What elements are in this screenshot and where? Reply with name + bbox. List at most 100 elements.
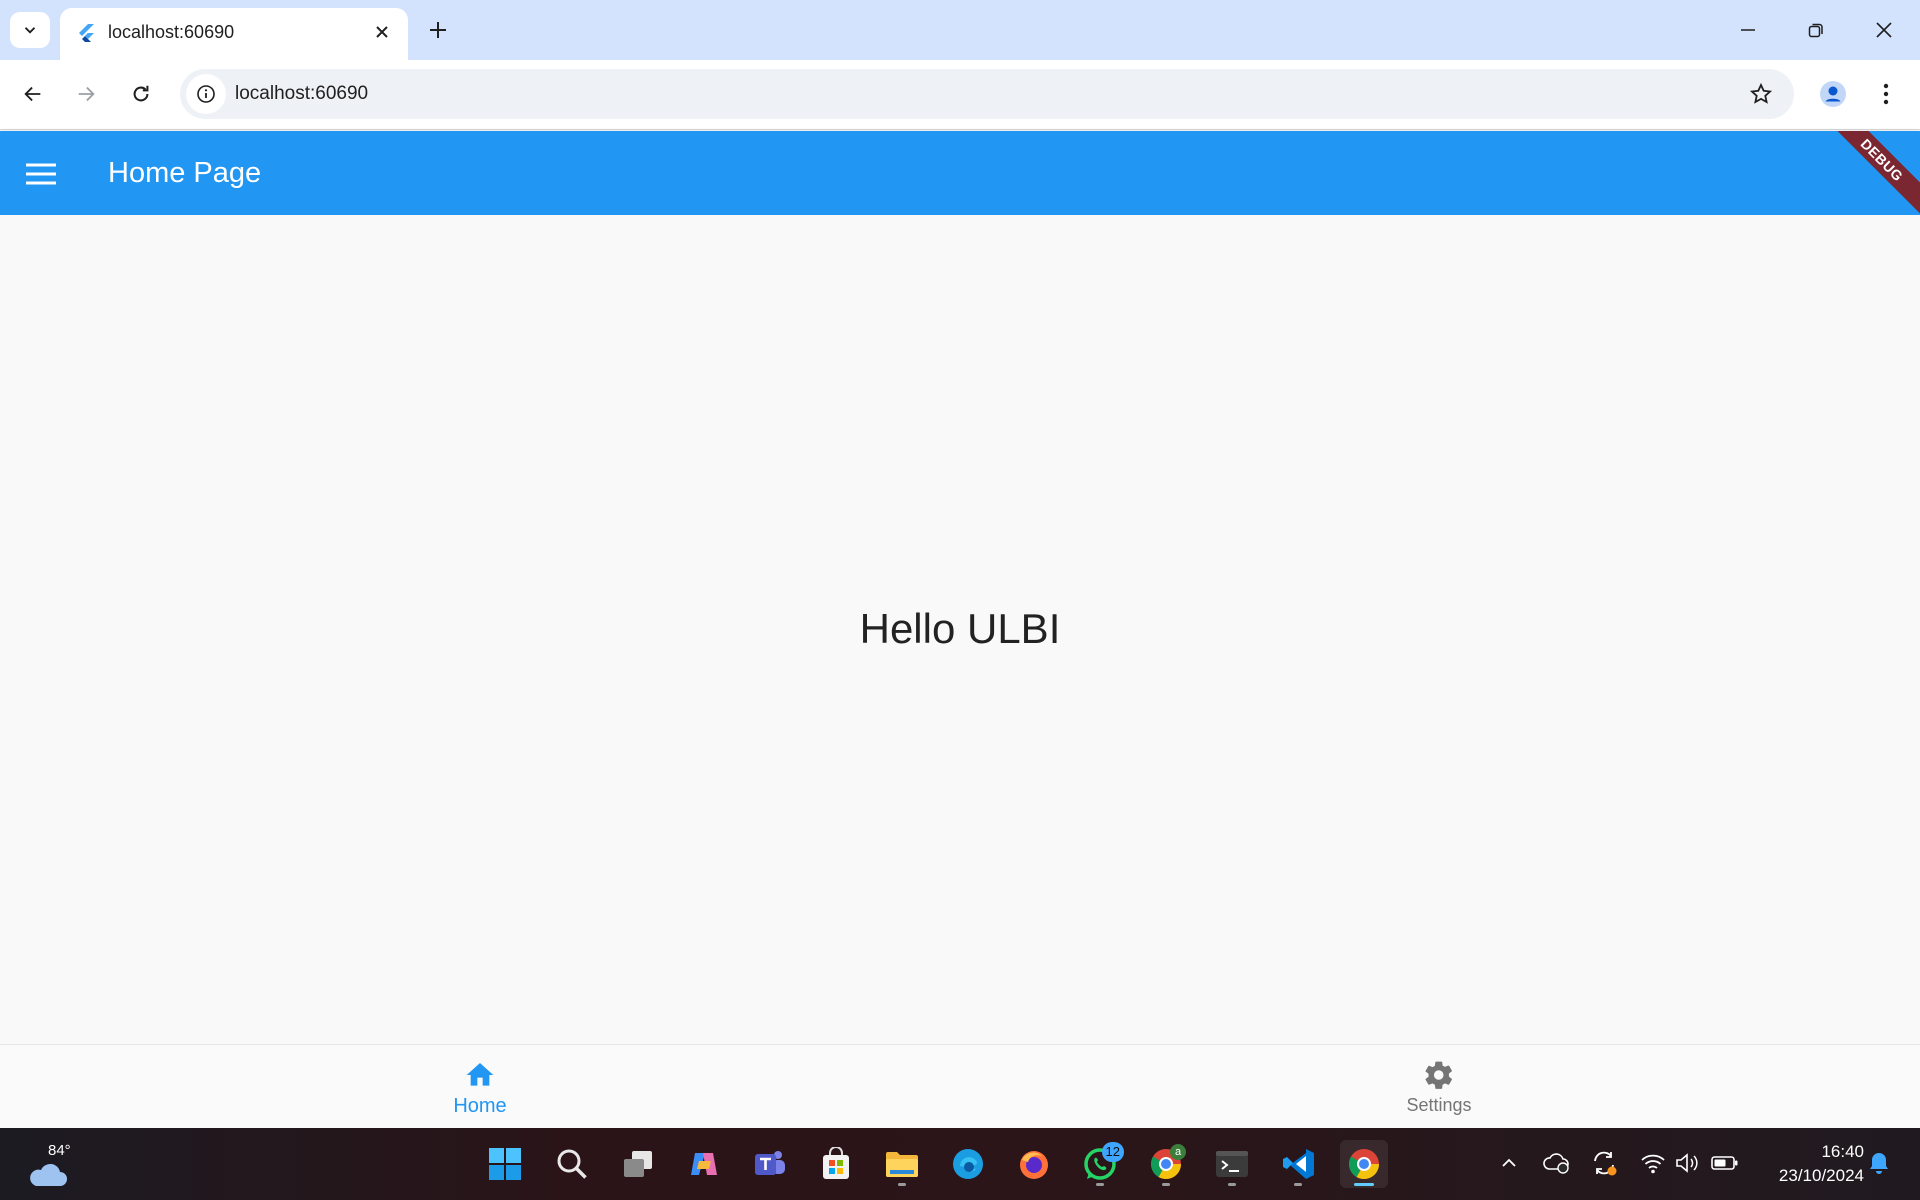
volume-tray-icon[interactable]: [1670, 1146, 1704, 1180]
copilot-icon: [691, 1153, 717, 1175]
profile-badge: a: [1170, 1144, 1186, 1160]
active-indicator: [1354, 1183, 1374, 1186]
bottom-navigation-bar: Home Settings: [0, 1044, 1920, 1128]
running-indicator: [898, 1183, 906, 1186]
new-tab-button[interactable]: [420, 12, 456, 48]
vscode-icon: [1283, 1149, 1314, 1179]
battery-icon: [1711, 1156, 1738, 1170]
chrome-icon: [1348, 1149, 1379, 1180]
tab-search-button[interactable]: [10, 12, 50, 48]
nav-label-home: Home: [453, 1095, 507, 1117]
avatar-icon: [1820, 81, 1846, 107]
notification-badge: 12: [1101, 1142, 1124, 1162]
file-explorer-button[interactable]: [878, 1140, 926, 1188]
edge-icon: [953, 1149, 983, 1179]
greeting-text: Hello ULBI: [859, 605, 1061, 652]
page-title: Home Page: [108, 157, 262, 189]
terminal-icon: [1216, 1151, 1248, 1177]
star-icon: [1749, 82, 1773, 104]
start-button[interactable]: [481, 1140, 529, 1188]
nav-item-home[interactable]: Home: [400, 1059, 560, 1123]
forward-button[interactable]: [66, 74, 106, 114]
folder-icon: [886, 1152, 918, 1177]
page-body: Hello ULBI: [0, 215, 1920, 1044]
taskbar-clock[interactable]: 16:40 23/10/2024: [1754, 1140, 1864, 1188]
bell-icon: [1870, 1153, 1888, 1174]
vscode-button[interactable]: [1274, 1140, 1322, 1188]
site-info-button[interactable]: [186, 74, 226, 114]
teams-button[interactable]: [746, 1140, 794, 1188]
firefox-button[interactable]: [1010, 1140, 1058, 1188]
task-view-button[interactable]: [614, 1140, 662, 1188]
running-indicator: [1294, 1183, 1302, 1186]
close-icon: [1876, 22, 1892, 38]
minimize-icon: [1741, 29, 1755, 31]
firefox-icon: [1020, 1151, 1048, 1179]
more-vertical-icon: [1883, 83, 1889, 105]
sync-icon: [1594, 1151, 1617, 1176]
chevron-down-icon: [24, 27, 36, 34]
hamburger-menu-icon: [26, 163, 56, 185]
chrome-button[interactable]: [1340, 1140, 1388, 1188]
windows-taskbar: 84° 12 a 16:40 23/10/2024: [0, 1128, 1920, 1200]
wifi-icon: [1641, 1154, 1665, 1174]
edge-button[interactable]: [944, 1140, 992, 1188]
gear-icon: [1425, 1061, 1452, 1089]
minimize-button[interactable]: [1720, 8, 1776, 52]
restore-button[interactable]: [1788, 8, 1844, 52]
wifi-tray-icon[interactable]: [1636, 1146, 1670, 1180]
browser-toolbar: localhost:60690: [0, 60, 1920, 130]
arrow-left-icon: [24, 86, 41, 102]
drawer-menu-button[interactable]: [20, 153, 62, 195]
address-bar[interactable]: localhost:60690: [180, 69, 1794, 119]
browser-tab[interactable]: localhost:60690: [60, 8, 408, 60]
info-icon: [197, 85, 215, 103]
windows-logo-icon: [489, 1148, 521, 1180]
tab-title: localhost:60690: [108, 22, 235, 42]
whatsapp-button[interactable]: 12: [1076, 1140, 1124, 1188]
speaker-icon: [1676, 1153, 1698, 1173]
clock-time: 16:40: [1821, 1142, 1864, 1161]
store-icon: [823, 1147, 849, 1179]
back-button[interactable]: [13, 74, 53, 114]
show-hidden-icons-button[interactable]: [1492, 1146, 1526, 1180]
running-indicator: [1096, 1183, 1104, 1186]
plus-icon: [430, 22, 446, 38]
microsoft-store-button[interactable]: [812, 1140, 860, 1188]
reload-icon: [133, 85, 149, 102]
running-indicator: [1162, 1183, 1170, 1186]
close-window-button[interactable]: [1856, 8, 1912, 52]
browser-tabstrip: localhost:60690: [0, 0, 1920, 60]
battery-tray-icon[interactable]: [1708, 1146, 1742, 1180]
terminal-button[interactable]: [1208, 1140, 1256, 1188]
onedrive-tray-icon[interactable]: [1540, 1146, 1574, 1180]
chevron-up-icon: [1502, 1158, 1516, 1167]
app-bar: Home Page DEBUG: [0, 131, 1920, 215]
home-icon: [466, 1063, 494, 1086]
flutter-icon: [79, 24, 94, 42]
task-view-icon: [624, 1151, 652, 1177]
nav-item-settings[interactable]: Settings: [1359, 1059, 1519, 1123]
chrome-profile-button[interactable]: a: [1142, 1140, 1190, 1188]
browser-menu-button[interactable]: [1866, 74, 1906, 114]
arrow-right-icon: [78, 86, 95, 102]
tab-close-button[interactable]: [368, 18, 396, 46]
debug-banner: DEBUG: [1817, 131, 1920, 215]
url-text: localhost:60690: [235, 83, 369, 104]
clock-date: 23/10/2024: [1778, 1166, 1864, 1185]
sync-tray-icon[interactable]: [1587, 1146, 1621, 1180]
weather-temperature: 84°: [48, 1142, 71, 1159]
copilot-button[interactable]: [680, 1140, 728, 1188]
notifications-button[interactable]: [1862, 1146, 1896, 1180]
nav-label-settings: Settings: [1406, 1095, 1472, 1115]
cloud-sync-icon: [1543, 1153, 1569, 1174]
search-icon: [557, 1149, 587, 1179]
close-icon: [376, 26, 388, 38]
reload-button[interactable]: [121, 74, 161, 114]
search-button[interactable]: [548, 1140, 596, 1188]
bookmark-button[interactable]: [1746, 79, 1776, 109]
profile-button[interactable]: [1813, 74, 1853, 114]
restore-icon: [1808, 23, 1823, 38]
running-indicator: [1228, 1183, 1236, 1186]
teams-icon: [755, 1151, 785, 1175]
